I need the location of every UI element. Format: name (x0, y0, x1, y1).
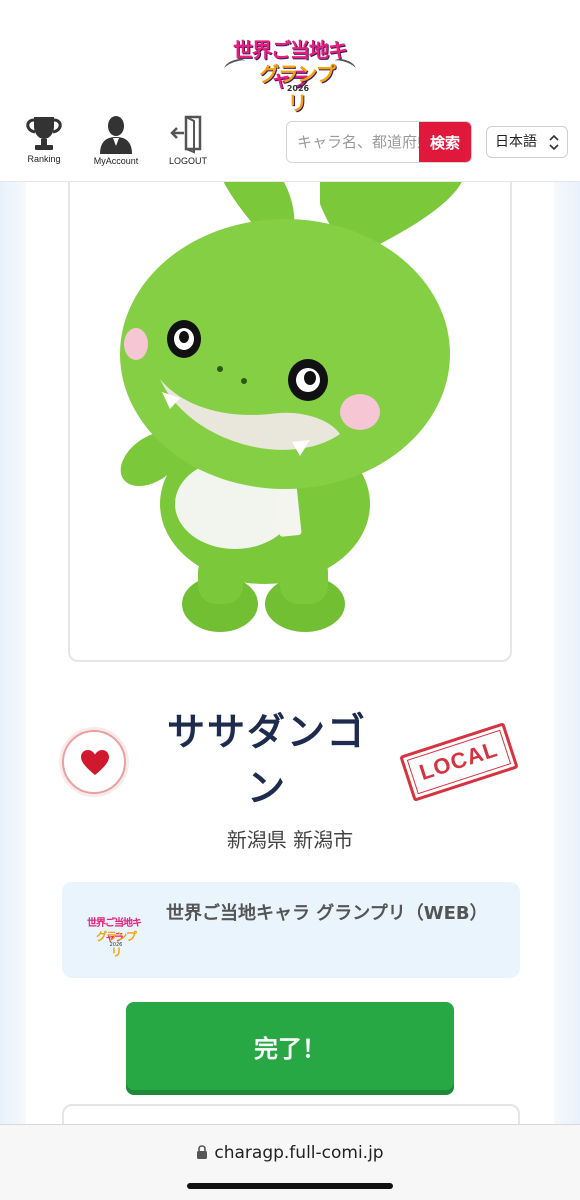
site-logo[interactable]: 世界ご当地キャラ グランプリ 2026 (222, 22, 358, 115)
character-location: 新潟県 新潟市 (226, 828, 354, 852)
event-title: 世界ご当地キャラ グランプリ（WEB） (166, 903, 488, 924)
logo-year: 2026 (286, 84, 310, 93)
site-header: 世界ご当地キャラ グランプリ 2026 Ranking MyAccount LO… (0, 0, 580, 182)
search-button[interactable]: 検索 (419, 122, 471, 162)
character-image (120, 174, 465, 632)
favorite-button[interactable] (62, 730, 126, 794)
event-logo-year: 2026 (109, 942, 123, 948)
local-badge: LOCAL (399, 722, 519, 802)
url-text: charagp.full-comi.jp (214, 1143, 384, 1163)
character-card: ササダンゴン LOCAL 新潟県 新潟市 世界ご当地キャラ グランプリ 2026… (26, 172, 554, 1144)
search-box: 検索 (286, 121, 472, 163)
chevron-updown-icon (549, 127, 559, 169)
language-selected: 日本語 (495, 134, 537, 150)
nav-myaccount[interactable]: MyAccount (81, 114, 151, 170)
character-name: ササダンゴン (166, 710, 367, 810)
browser-address-bar[interactable]: charagp.full-comi.jp (0, 1124, 580, 1200)
user-icon (100, 116, 132, 154)
heart-icon (81, 750, 109, 775)
event-info-box[interactable]: 世界ご当地キャラ グランプリ 2026 世界ご当地キャラ グランプリ（WEB） (62, 882, 520, 978)
search-input[interactable] (287, 122, 421, 162)
url-row: charagp.full-comi.jp (0, 1143, 580, 1163)
character-image-frame (68, 172, 512, 662)
nav-ranking-label: Ranking (27, 154, 61, 164)
nav-logout-label: LOGOUT (168, 156, 207, 166)
logout-icon (170, 115, 202, 154)
lock-icon (197, 1145, 208, 1159)
event-logo: 世界ご当地キャラ グランプリ 2026 (84, 912, 144, 959)
nav-logout[interactable]: LOGOUT (153, 114, 223, 170)
nav-ranking[interactable]: Ranking (9, 114, 79, 170)
home-indicator[interactable] (187, 1183, 393, 1189)
trophy-icon (26, 117, 62, 150)
nav-myaccount-label: MyAccount (93, 156, 139, 166)
done-button[interactable]: 完了！ (126, 1002, 454, 1090)
language-select[interactable]: 日本語 (486, 126, 568, 158)
